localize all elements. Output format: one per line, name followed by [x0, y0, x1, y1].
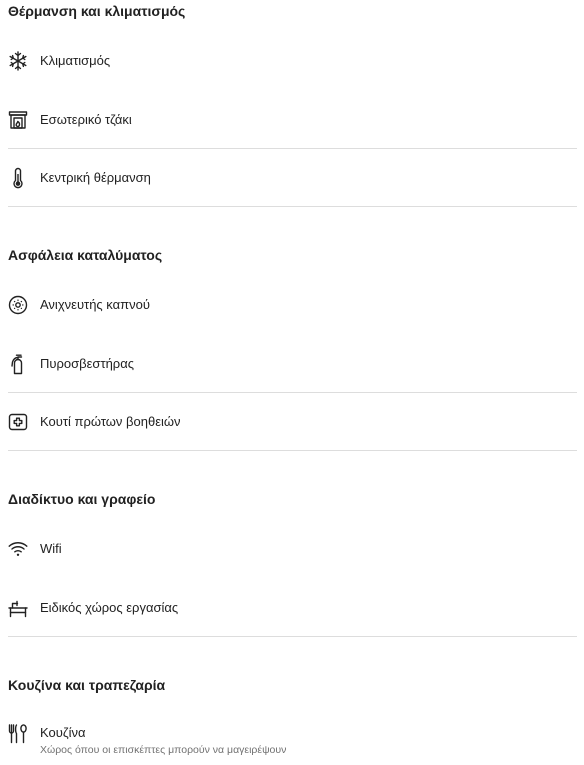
section-title-heating: Θέρμανση και κλιματισμός	[8, 3, 186, 19]
first-aid-kit-icon	[8, 411, 28, 433]
amenity-label: Κλιματισμός	[40, 53, 111, 68]
thermometer-icon	[8, 167, 28, 189]
divider	[8, 206, 577, 207]
divider	[8, 148, 577, 149]
section-title-safety: Ασφάλεια καταλύματος	[8, 247, 163, 263]
amenity-item-smoke-detector: Ανιχνευτής καπνού	[8, 294, 577, 318]
amenity-item-workspace: Ειδικός χώρος εργασίας	[8, 597, 577, 621]
fire-extinguisher-icon	[8, 353, 28, 375]
section-title-kitchen-dining: Κουζίνα και τραπεζαρία	[8, 677, 166, 693]
snowflake-icon	[8, 50, 28, 72]
amenity-item-central-heating: Κεντρική θέρμανση	[8, 167, 577, 191]
amenity-item-wifi: Wifi	[8, 538, 577, 562]
amenity-label: Ανιχνευτής καπνού	[40, 297, 150, 312]
amenity-item-air-conditioning: Κλιματισμός	[8, 50, 577, 74]
amenity-item-fire-extinguisher: Πυροσβεστήρας	[8, 353, 577, 377]
amenity-item-fireplace: Εσωτερικό τζάκι	[8, 109, 577, 133]
section-title-internet-office: Διαδίκτυο και γραφείο	[8, 491, 156, 507]
amenity-label: Κεντρική θέρμανση	[40, 170, 151, 185]
amenity-item-kitchen: Κουζίνα Χώρος όπου οι επισκέπτες μπορούν…	[8, 722, 577, 756]
amenity-label: Κουτί πρώτων βοηθειών	[40, 414, 181, 429]
amenity-item-first-aid-kit: Κουτί πρώτων βοηθειών	[8, 411, 577, 435]
fireplace-icon	[8, 109, 28, 131]
wifi-icon	[8, 538, 28, 560]
amenity-sublabel: Χώρος όπου οι επισκέπτες μπορούν να μαγε…	[40, 744, 287, 756]
amenity-label: Εσωτερικό τζάκι	[40, 112, 132, 127]
divider	[8, 392, 577, 393]
kitchen-utensils-icon	[8, 722, 28, 744]
amenity-label: Κουζίνα	[40, 725, 86, 740]
amenity-label: Ειδικός χώρος εργασίας	[40, 600, 179, 615]
workspace-desk-icon	[8, 597, 28, 619]
divider	[8, 636, 577, 637]
amenity-label: Wifi	[40, 541, 62, 556]
smoke-detector-icon	[8, 294, 28, 316]
divider	[8, 450, 577, 451]
amenity-label: Πυροσβεστήρας	[40, 356, 134, 371]
